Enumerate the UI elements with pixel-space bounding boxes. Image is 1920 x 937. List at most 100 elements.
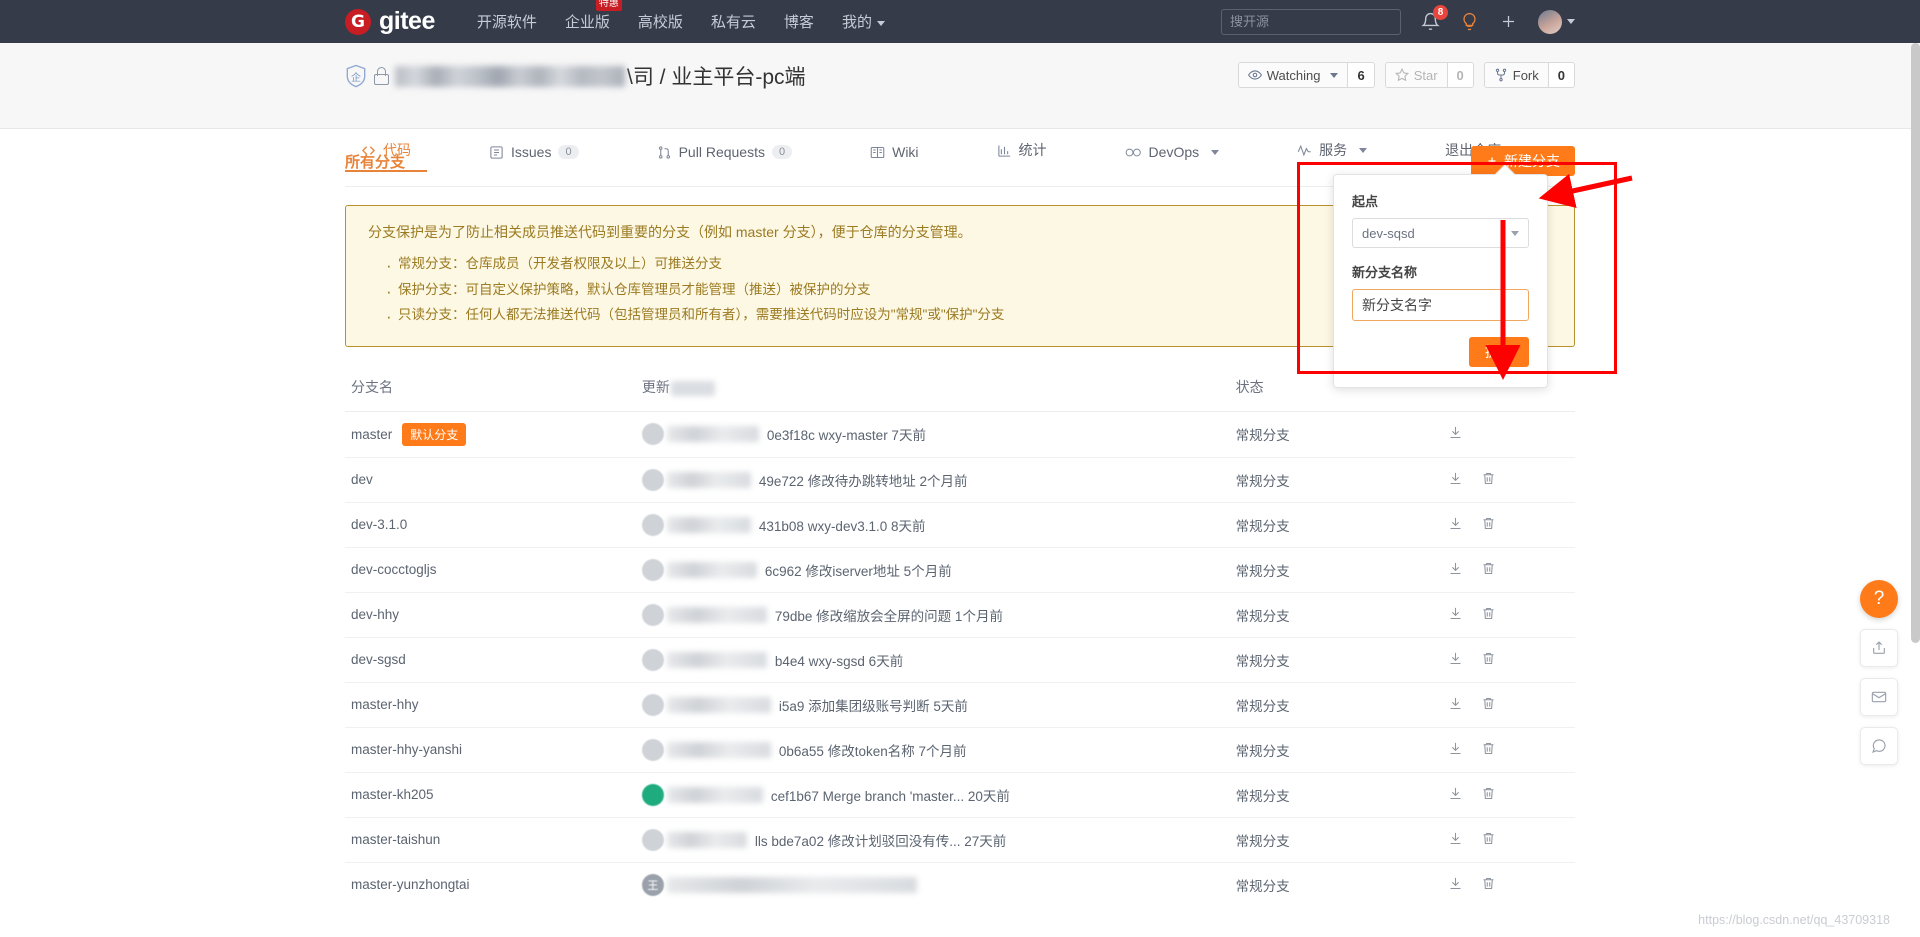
commit-summary[interactable]: 49e722 修改待办跳转地址 2个月前 — [759, 470, 968, 490]
commit-summary[interactable]: 0e3f18c wxy-master 7天前 — [767, 424, 926, 444]
branch-name[interactable]: master-hhy-yanshi — [351, 742, 462, 757]
commit-author-avatar — [641, 558, 664, 581]
watch-button[interactable]: Watching 6 — [1237, 62, 1375, 88]
plus-icon — [1488, 157, 1496, 165]
commit-author-avatar: 王 — [641, 873, 664, 896]
branch-name-cell[interactable]: dev — [345, 456, 642, 503]
download-icon[interactable] — [1448, 471, 1463, 489]
commit-summary[interactable]: 0b6a55 修改token名称 7个月前 — [779, 740, 967, 760]
download-icon[interactable] — [1448, 561, 1463, 579]
nav-link-education[interactable]: 高校版 — [624, 11, 697, 32]
download-icon[interactable] — [1448, 876, 1463, 894]
commit-summary[interactable]: i5a9 添加集团级账号判断 5天前 — [779, 695, 968, 715]
column-header-updated: 更新 — [642, 365, 1236, 412]
branch-name-cell[interactable]: master 默认分支 — [345, 410, 642, 458]
download-icon[interactable] — [1448, 606, 1463, 624]
mail-button[interactable] — [1860, 678, 1898, 716]
branch-name[interactable]: master — [351, 427, 392, 442]
branch-name-cell[interactable]: master-hhy — [345, 681, 642, 728]
row-actions — [1447, 681, 1575, 728]
trash-icon[interactable] — [1481, 741, 1496, 759]
row-actions — [1447, 726, 1575, 773]
commit-summary[interactable]: 431b08 wxy-dev3.1.0 8天前 — [759, 515, 926, 535]
branch-name[interactable]: master-taishun — [351, 832, 440, 847]
branch-name-cell[interactable]: dev-sgsd — [345, 636, 642, 683]
branch-name[interactable]: dev-cocctogljs — [351, 562, 437, 577]
download-icon[interactable] — [1448, 651, 1463, 669]
commit-author-avatar — [641, 738, 664, 761]
branch-name[interactable]: master-yunzhongtai — [351, 877, 470, 892]
search-input[interactable] — [1221, 8, 1401, 35]
trash-icon[interactable] — [1481, 876, 1496, 894]
row-actions — [1447, 636, 1575, 683]
trash-icon[interactable] — [1481, 696, 1496, 714]
trash-icon[interactable] — [1481, 471, 1496, 489]
nav-link-enterprise[interactable]: 企业版 特惠 — [551, 0, 624, 32]
branch-name-cell[interactable]: dev-hhy — [345, 591, 642, 638]
commit-summary[interactable]: lls bde7a02 修改计划驳回没有传... 27天前 — [755, 830, 1006, 850]
share-button[interactable] — [1860, 629, 1898, 667]
commit-summary[interactable]: 79dbe 修改缩放会全屏的问题 1个月前 — [775, 605, 1003, 625]
branch-name-cell[interactable]: dev-cocctogljs — [345, 546, 642, 593]
commit-author-avatar — [641, 603, 664, 626]
branch-name[interactable]: master-kh205 — [351, 787, 434, 802]
download-icon[interactable] — [1448, 516, 1463, 534]
commit-summary[interactable]: cef1b67 Merge branch 'master... 20天前 — [771, 785, 1010, 805]
feedback-button[interactable] — [1860, 727, 1898, 765]
trash-icon[interactable] — [1481, 561, 1496, 579]
fork-button[interactable]: Fork 0 — [1483, 62, 1575, 88]
redacted-block — [666, 426, 759, 443]
arrow-to-new-branch-button — [1538, 173, 1633, 209]
commit-summary[interactable]: b4e4 wxy-sgsd 6天前 — [775, 650, 903, 670]
avatar — [1538, 9, 1562, 34]
branch-name[interactable]: dev — [351, 472, 373, 487]
branch-name[interactable]: dev-hhy — [351, 607, 399, 622]
user-menu-button[interactable] — [1538, 9, 1575, 34]
top-nav-right-group: 8 — [1221, 5, 1575, 35]
trash-icon[interactable] — [1481, 831, 1496, 849]
branch-name-cell[interactable]: master-yunzhongtai — [345, 861, 642, 907]
branch-name-cell[interactable]: master-taishun — [345, 816, 642, 863]
trash-icon[interactable] — [1481, 606, 1496, 624]
nav-link-blog[interactable]: 博客 — [770, 11, 828, 32]
branch-name-cell[interactable]: master-kh205 — [345, 771, 642, 818]
create-new-button[interactable] — [1499, 12, 1518, 31]
submit-button[interactable]: 提交 — [1469, 337, 1529, 367]
trash-icon[interactable] — [1481, 786, 1496, 804]
repository-title-row: 企 \司 / 业主平台-pc端 — [345, 61, 806, 91]
new-branch-button[interactable]: 新建分支 — [1471, 146, 1575, 176]
gitee-logo[interactable]: G gitee — [345, 8, 435, 35]
download-icon[interactable] — [1448, 425, 1463, 443]
nav-link-privatecloud[interactable]: 私有云 — [697, 11, 770, 32]
help-button[interactable]: ? — [1860, 580, 1898, 618]
row-actions — [1447, 456, 1575, 503]
branch-name[interactable]: dev-3.1.0 — [351, 517, 407, 532]
status-badge: 常规分支 — [1235, 816, 1448, 863]
commit-summary[interactable]: 6c962 修改iserver地址 5个月前 — [765, 560, 952, 580]
nav-link-opensource[interactable]: 开源软件 — [463, 11, 551, 32]
trash-icon[interactable] — [1481, 516, 1496, 534]
last-commit-cell: lls bde7a02 修改计划驳回没有传... 27天前 — [641, 816, 1236, 863]
status-badge: 常规分支 — [1235, 861, 1448, 907]
branch-name-cell[interactable]: master-hhy-yanshi — [345, 726, 642, 773]
page-scrollbar[interactable] — [1911, 43, 1920, 643]
row-actions — [1447, 501, 1575, 548]
tips-button[interactable] — [1460, 12, 1479, 31]
download-icon[interactable] — [1448, 786, 1463, 804]
watch-label: Watching — [1266, 67, 1321, 83]
start-point-select[interactable]: dev-sqsd — [1352, 218, 1529, 248]
star-button[interactable]: Star 0 — [1384, 62, 1474, 88]
download-icon[interactable] — [1448, 696, 1463, 714]
branch-name-cell[interactable]: dev-3.1.0 — [345, 501, 642, 548]
branch-name[interactable]: dev-sgsd — [351, 652, 406, 667]
table-row: master 默认分支 0e3f18c wxy-master 7天前 常规分支 — [345, 410, 1575, 458]
download-icon[interactable] — [1448, 741, 1463, 759]
page-title[interactable]: \司 / 业主平台-pc端 — [627, 61, 806, 91]
notifications-button[interactable]: 8 — [1421, 5, 1448, 31]
lightbulb-icon — [1463, 12, 1476, 31]
branch-name[interactable]: master-hhy — [351, 697, 419, 712]
trash-icon[interactable] — [1481, 651, 1496, 669]
download-icon[interactable] — [1448, 831, 1463, 849]
branch-name-input[interactable] — [1352, 289, 1529, 321]
nav-link-mine[interactable]: 我的 — [828, 11, 899, 32]
